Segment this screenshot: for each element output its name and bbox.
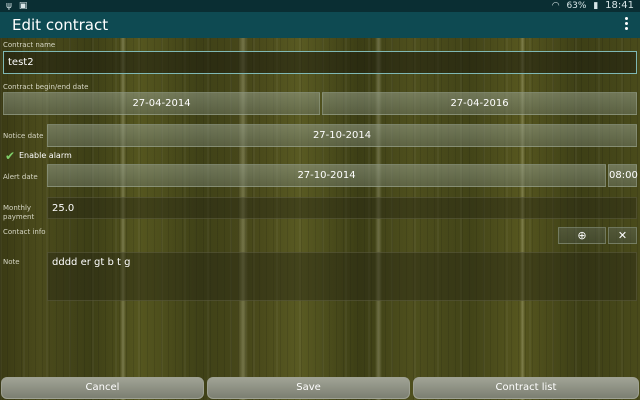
contract-list-button[interactable]: Contract list (413, 377, 639, 399)
clock: 18:41 (605, 0, 634, 11)
battery-percent: 63% (566, 1, 587, 11)
note-textarea[interactable]: dddd er gt b t g (47, 252, 637, 301)
end-date-button[interactable]: 27-04-2016 (322, 92, 637, 115)
notice-date-button[interactable]: 27-10-2014 (47, 124, 637, 147)
add-contact-button[interactable]: ⊕ (558, 227, 606, 244)
usb-icon: ψ (6, 1, 12, 11)
enable-alarm-label: Enable alarm (19, 151, 72, 160)
end-date-value: 27-04-2016 (450, 98, 509, 109)
monthly-payment-value: 25.0 (52, 203, 75, 214)
cancel-button[interactable]: Cancel (1, 377, 204, 399)
alert-date-value: 27-10-2014 (297, 170, 356, 181)
contract-name-value: test2 (8, 57, 34, 68)
alert-date-button[interactable]: 27-10-2014 (47, 164, 606, 187)
add-circle-icon: ⊕ (577, 229, 587, 242)
alert-time-value: 08:00 (609, 170, 638, 181)
begin-date-value: 27-04-2014 (132, 98, 191, 109)
note-label: Note (3, 258, 20, 266)
monthly-payment-input[interactable]: 25.0 (47, 197, 637, 219)
enable-alarm-checkbox[interactable]: ✔ (5, 150, 17, 162)
checkmark-icon: ✔ (5, 149, 16, 163)
action-bar: Edit contract (0, 12, 640, 38)
monthly-payment-label: Monthly payment (3, 204, 35, 221)
notice-date-value: 27-10-2014 (312, 130, 372, 141)
more-vertical-icon[interactable] (622, 16, 630, 34)
alert-date-label: Alert date (3, 173, 38, 181)
contract-name-label: Contract name (3, 41, 56, 49)
close-icon: ✕ (617, 229, 628, 242)
note-value: dddd er gt b t g (52, 257, 131, 268)
image-icon: ▣ (18, 1, 28, 11)
contract-name-input[interactable]: test2 (3, 51, 637, 74)
battery-icon: ▮ (593, 1, 599, 11)
contact-info-label: Contact info (3, 228, 46, 236)
begin-date-button[interactable]: 27-04-2014 (3, 92, 320, 115)
save-button[interactable]: Save (207, 377, 410, 399)
status-bar: ψ ▣ ◠ 63% ▮ 18:41 (0, 0, 640, 12)
clear-contact-button[interactable]: ✕ (608, 227, 637, 244)
alert-time-button[interactable]: 08:00 (608, 164, 638, 187)
page-title: Edit contract (12, 16, 109, 34)
contract-dates-label: Contract begin/end date (3, 83, 89, 91)
wifi-icon: ◠ (551, 1, 560, 11)
notice-date-label: Notice date (3, 132, 44, 140)
